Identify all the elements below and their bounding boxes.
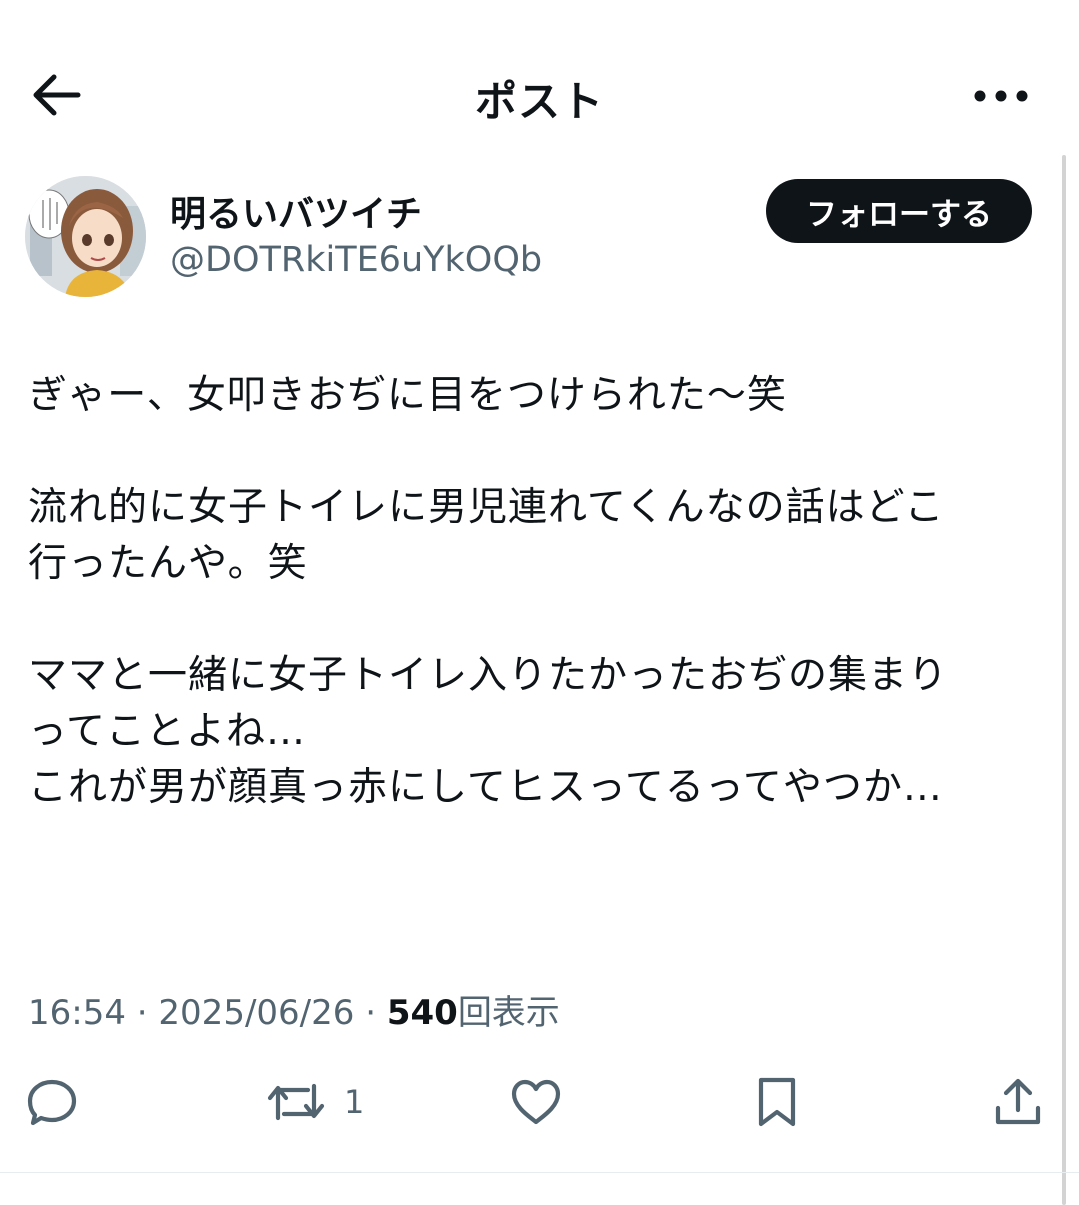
post-line: 行ったんや。笑 [28,541,308,586]
avatar[interactable] [25,176,146,297]
post-line: ママと一緒に女子トイレ入りたかったおぢの集まり [28,653,949,698]
share-button[interactable] [990,1072,1046,1132]
top-bar: ポスト [0,0,1079,190]
post-date[interactable]: 2025/06/26 [158,993,354,1033]
post-metadata: 16:54 · 2025/06/26 · 540回表示 [28,985,560,1034]
divider [0,1172,1079,1173]
post-paragraph: 流れ的に女子トイレに男児連れてくんなの話はどこ 行ったんや。笑 [28,480,1038,592]
more-button[interactable] [970,78,1032,114]
post-text: ぎゃー、女叩きおぢに目をつけられた〜笑 流れ的に女子トイレに男児連れてくんなの話… [28,368,1038,816]
views-label: 回表示 [457,993,560,1033]
post-paragraph: ママと一緒に女子トイレ入りたかったおぢの集まり ってことよね… これが男が顔真っ… [28,648,1038,816]
bookmark-icon [758,1077,796,1127]
action-bar: 1 [0,1060,1079,1150]
retweet-count: 1 [344,1083,365,1121]
heart-icon [511,1079,561,1125]
display-name[interactable]: 明るいバツイチ [170,185,422,237]
retweet-button[interactable]: 1 [266,1072,364,1132]
retweet-icon [267,1083,325,1121]
reply-icon [27,1079,77,1126]
post-line: 流れ的に女子トイレに男児連れてくんなの話はどこ [28,485,945,530]
more-horizontal-icon [974,90,1028,102]
views-count: 540 [386,993,458,1033]
user-handle[interactable]: @DOTRkiTE6uYkOQb [170,240,542,280]
follow-button[interactable]: フォローする [766,179,1032,243]
post-line: ぎゃー、女叩きおぢに目をつけられた〜笑 [28,373,787,418]
reply-button[interactable] [24,1072,80,1132]
share-icon [995,1078,1041,1125]
like-button[interactable] [508,1072,564,1132]
page-title: ポスト [474,77,604,126]
bookmark-button[interactable] [752,1072,802,1132]
post-line: これが男が顔真っ赤にしてヒスってるってやつか… [28,765,943,810]
post-time[interactable]: 16:54 [28,993,126,1033]
scrollbar[interactable] [1062,155,1066,1205]
post-paragraph: ぎゃー、女叩きおぢに目をつけられた〜笑 [28,368,1038,424]
separator: · [354,993,387,1033]
avatar-illustration [25,176,146,297]
separator: · [125,993,159,1033]
post-line: ってことよね… [28,709,307,754]
